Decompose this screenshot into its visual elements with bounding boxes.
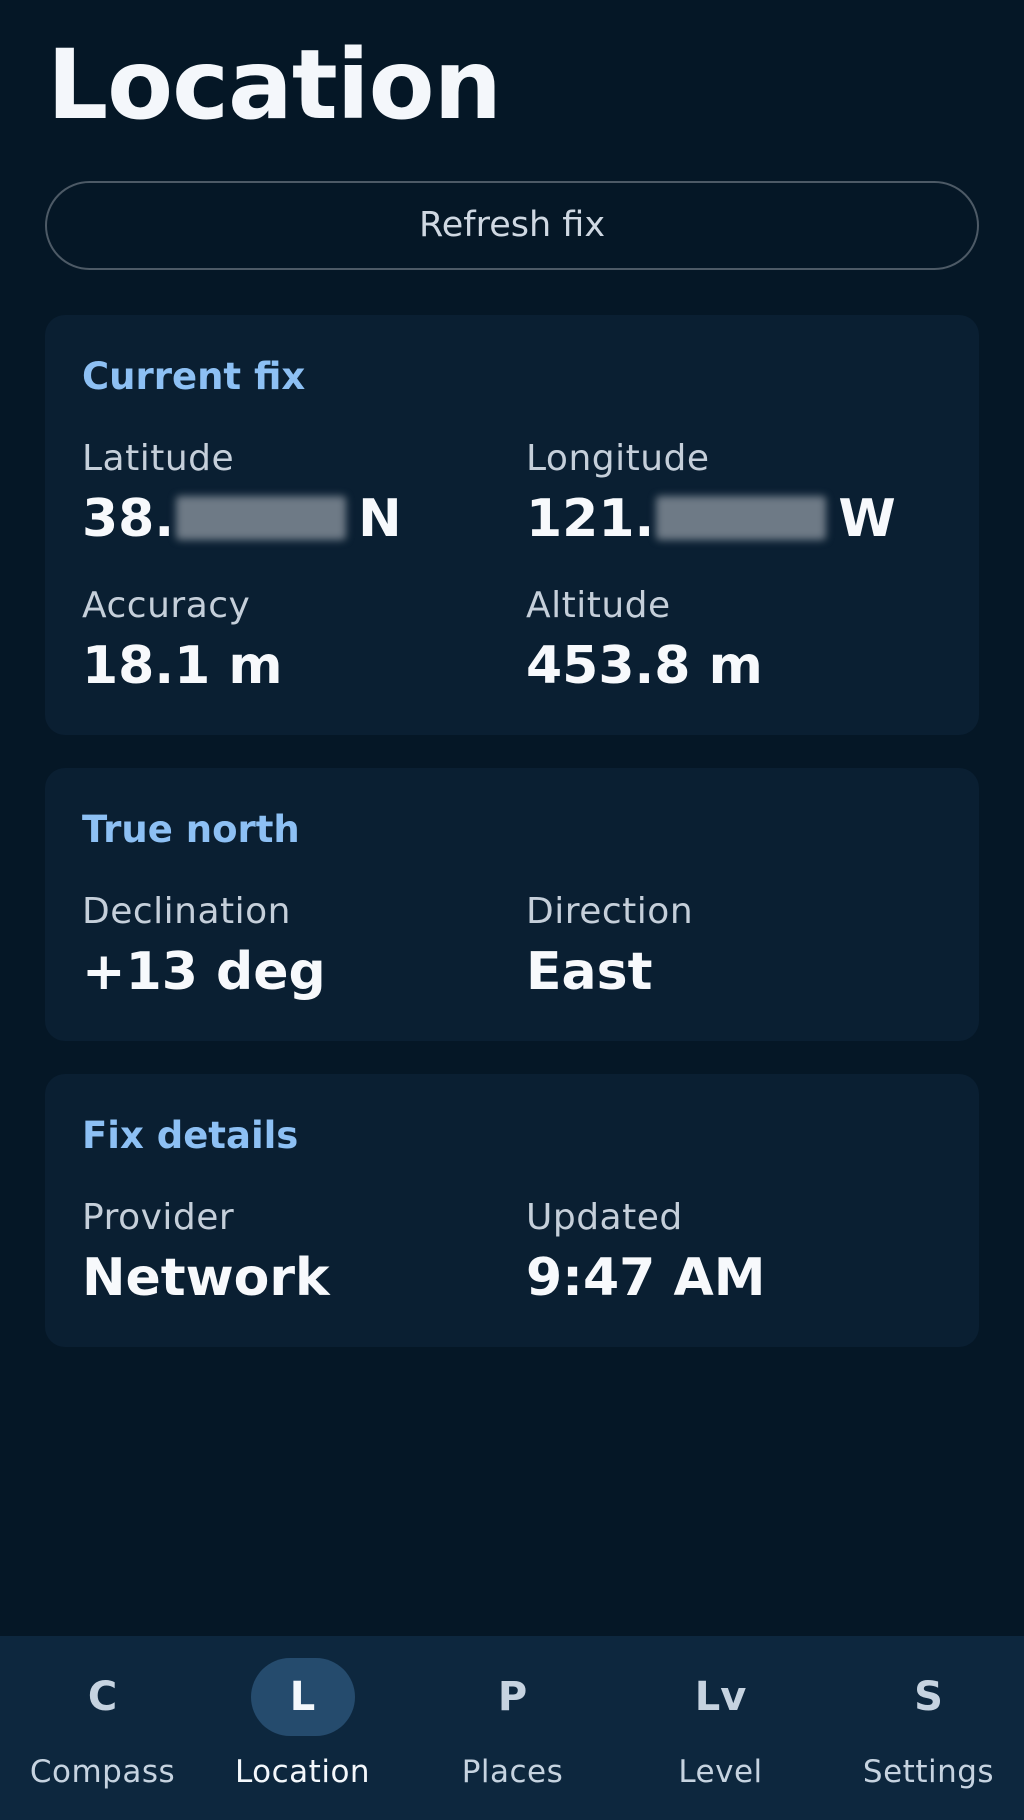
altitude-label: Altitude: [526, 585, 671, 626]
latitude-field: Latitude 38. N: [82, 437, 502, 549]
updated-value: 9:47 AM: [526, 1248, 766, 1308]
longitude-redacted-digits: [656, 496, 827, 540]
location-icon: L: [250, 1658, 355, 1736]
provider-value: Network: [82, 1248, 330, 1308]
updated-label: Updated: [526, 1197, 683, 1238]
settings-icon: S: [914, 1674, 943, 1720]
updated-field: Updated 9:47 AM: [526, 1196, 946, 1308]
fix-details-title: Fix details: [82, 1114, 299, 1157]
nav-label-level: Level: [678, 1754, 763, 1790]
current-fix-card: Current fix Latitude 38. N Longitude 121.…: [45, 315, 979, 735]
longitude-value: 121. W: [526, 489, 946, 549]
bottom-navigation: C Compass L Location P Places Lv Level S…: [0, 1636, 1024, 1820]
nav-item-places[interactable]: P Places: [410, 1636, 615, 1820]
accuracy-value: 18.1 m: [82, 636, 283, 696]
nav-label-location: Location: [234, 1754, 371, 1790]
declination-label: Declination: [82, 891, 292, 932]
page-title: Location: [47, 29, 502, 141]
altitude-value: 453.8 m: [526, 636, 763, 696]
latitude-hemisphere: N: [358, 489, 402, 549]
longitude-value-prefix: 121.: [526, 489, 655, 549]
nav-item-compass[interactable]: C Compass: [0, 1636, 205, 1820]
nav-item-level[interactable]: Lv Level: [618, 1636, 823, 1820]
declination-value: +13 deg: [82, 942, 326, 1002]
latitude-value: 38. N: [82, 489, 502, 549]
longitude-field: Longitude 121. W: [526, 437, 946, 549]
declination-field: Declination +13 deg: [82, 890, 502, 1002]
nav-label-places: Places: [461, 1754, 564, 1790]
latitude-value-prefix: 38.: [82, 489, 175, 549]
longitude-hemisphere: W: [838, 489, 896, 549]
fix-details-card: Fix details Provider Network Updated 9:4…: [45, 1074, 979, 1347]
nav-label-compass: Compass: [29, 1754, 176, 1790]
current-fix-title: Current fix: [82, 355, 306, 398]
direction-label: Direction: [526, 891, 694, 932]
accuracy-field: Accuracy 18.1 m: [82, 584, 502, 696]
longitude-label: Longitude: [526, 438, 710, 479]
direction-field: Direction East: [526, 890, 946, 1002]
altitude-field: Altitude 453.8 m: [526, 584, 946, 696]
level-icon: Lv: [694, 1674, 747, 1720]
nav-item-location[interactable]: L Location: [200, 1636, 405, 1820]
true-north-card: True north Declination +13 deg Direction…: [45, 768, 979, 1041]
nav-item-settings[interactable]: S Settings: [826, 1636, 1024, 1820]
latitude-label: Latitude: [82, 438, 235, 479]
location-screen: Location Refresh fix Current fix Latitud…: [0, 0, 1024, 1820]
provider-label: Provider: [82, 1197, 235, 1238]
latitude-redacted-digits: [176, 496, 347, 540]
places-icon: P: [497, 1674, 528, 1720]
accuracy-label: Accuracy: [82, 585, 251, 626]
provider-field: Provider Network: [82, 1196, 502, 1308]
compass-icon: C: [87, 1674, 118, 1720]
nav-label-settings: Settings: [862, 1754, 995, 1790]
direction-value: East: [526, 942, 653, 1002]
true-north-title: True north: [82, 808, 300, 851]
refresh-fix-button[interactable]: Refresh fix: [45, 181, 979, 270]
